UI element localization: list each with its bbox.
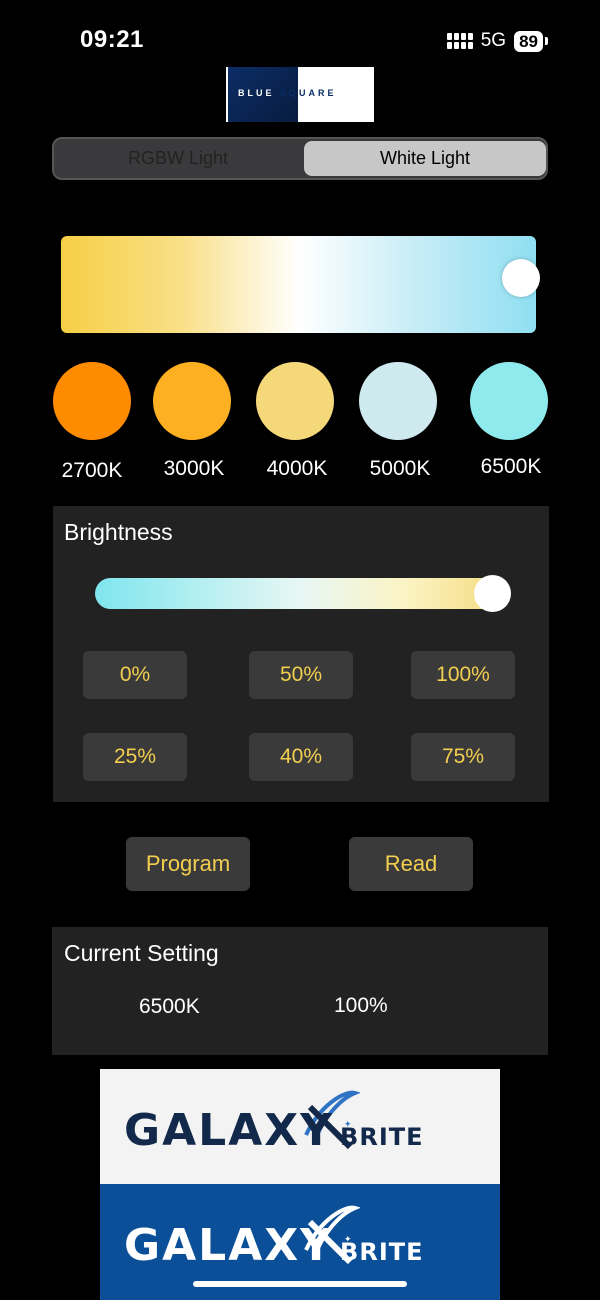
- status-time: 09:21: [80, 26, 144, 53]
- color-temperature-slider-handle[interactable]: [502, 259, 540, 297]
- galaxy-brite-main-text: GALAXY: [124, 1220, 335, 1271]
- preset-6500k-label[interactable]: 6500K: [456, 455, 566, 479]
- home-indicator[interactable]: [193, 1281, 407, 1287]
- brightness-slider-handle[interactable]: [474, 575, 511, 612]
- galaxy-brite-logo-light: ✦ GALAXY BRITE: [100, 1069, 500, 1184]
- network-type: 5G: [480, 30, 507, 51]
- galaxy-brite-wordmark: GALAXY BRITE: [124, 1220, 424, 1271]
- brightness-slider[interactable]: [95, 578, 510, 609]
- preset-2700k-label[interactable]: 2700K: [37, 459, 147, 483]
- brightness-100-button[interactable]: 100%: [411, 651, 515, 699]
- galaxy-brite-main-text: GALAXY: [124, 1105, 335, 1156]
- mode-segmented-control: RGBW Light White Light: [52, 137, 548, 180]
- galaxy-brite-sub-text: BRITE: [340, 1238, 424, 1266]
- brightness-40-button[interactable]: 40%: [249, 733, 353, 781]
- battery-level: 89: [514, 30, 543, 52]
- brightness-0-button[interactable]: 0%: [83, 651, 187, 699]
- current-temperature-value: 6500K: [139, 995, 200, 1018]
- read-button[interactable]: Read: [349, 837, 473, 891]
- preset-6500k-swatch[interactable]: [470, 362, 548, 440]
- preset-5000k-label[interactable]: 5000K: [345, 457, 455, 481]
- brightness-25-button[interactable]: 25%: [83, 733, 187, 781]
- brand-logo-text-dark: SQUARE: [280, 88, 337, 98]
- current-setting-title: Current Setting: [64, 940, 219, 966]
- brightness-75-button[interactable]: 75%: [411, 733, 515, 781]
- galaxy-brite-wordmark: GALAXY BRITE: [124, 1105, 424, 1156]
- brand-logo-text-light: BLUE: [238, 88, 275, 98]
- current-brightness-value: 100%: [334, 994, 388, 1017]
- brightness-title: Brightness: [64, 519, 173, 545]
- preset-3000k-label[interactable]: 3000K: [139, 457, 249, 481]
- preset-4000k-label[interactable]: 4000K: [242, 457, 352, 481]
- preset-2700k-swatch[interactable]: [53, 362, 131, 440]
- color-temperature-slider[interactable]: [61, 236, 536, 333]
- program-button[interactable]: Program: [126, 837, 250, 891]
- battery-icon: 89: [514, 30, 548, 52]
- galaxy-brite-sub-text: BRITE: [340, 1123, 424, 1151]
- cellular-signal-icon: [446, 33, 473, 49]
- tab-rgbw-light[interactable]: RGBW Light: [56, 141, 300, 176]
- preset-3000k-swatch[interactable]: [153, 362, 231, 440]
- tab-white-light[interactable]: White Light: [304, 141, 546, 176]
- preset-5000k-swatch[interactable]: [359, 362, 437, 440]
- brand-logo: BLUE SQUARE: [226, 67, 374, 122]
- preset-4000k-swatch[interactable]: [256, 362, 334, 440]
- brightness-50-button[interactable]: 50%: [249, 651, 353, 699]
- status-indicators: 5G 89: [446, 30, 548, 52]
